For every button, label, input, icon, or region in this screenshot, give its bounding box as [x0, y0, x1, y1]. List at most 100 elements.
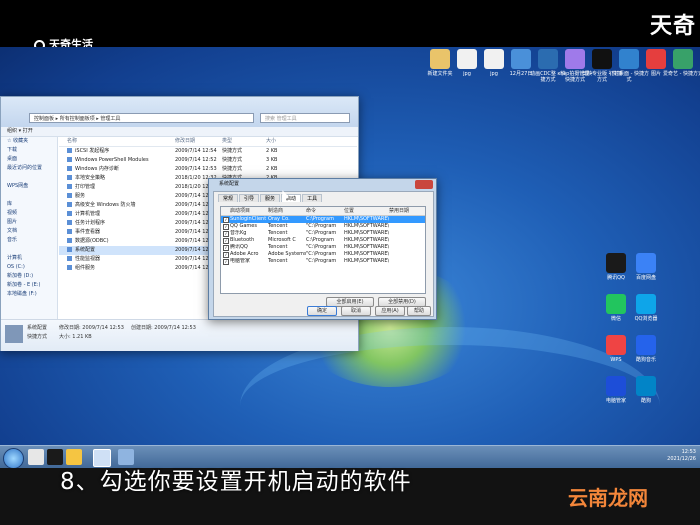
- file-date: 2009/7/14 12:53: [175, 166, 217, 172]
- search-input[interactable]: 搜索 管理工具: [260, 113, 350, 123]
- shortcut-icon: [67, 193, 72, 198]
- startup-rows: ✓ SunloginClient Oray Co. C:\Program HKLM\SO…: [221, 216, 425, 265]
- nav-item[interactable]: 音乐: [1, 236, 57, 245]
- address-bar[interactable]: 控制面板 ▸ 所有控制面板项 ▸ 管理工具: [29, 113, 254, 123]
- file-name: 本地安全策略: [59, 174, 175, 183]
- file-name: 系统配置: [59, 246, 175, 255]
- startup-date: [389, 237, 425, 244]
- nav-item[interactable]: [1, 173, 57, 182]
- startup-row[interactable]: ✓ QQ Games Tencent "C:\Program HKLM\SOFTWARE…: [221, 223, 425, 230]
- startup-item-name: 音乐Kg: [230, 230, 247, 236]
- column-name[interactable]: 名称: [59, 137, 175, 146]
- nav-item[interactable]: [1, 191, 57, 200]
- file-list-header[interactable]: 名称 修改日期 类型 大小: [59, 137, 357, 147]
- startup-items-table[interactable]: 启动项目 制造商 命令 位置 禁用日期 ✓ SunloginClient Oray …: [220, 206, 426, 294]
- desktop-icon-image: [636, 253, 656, 273]
- details-pane: 系统配置 修改日期: 2009/7/14 12:53 创建日期: 2009/7/…: [1, 319, 358, 351]
- apply-button[interactable]: 应用(A): [375, 306, 405, 316]
- col-command[interactable]: 命令: [306, 207, 344, 215]
- details-kind: 快捷方式: [27, 334, 48, 340]
- column-date[interactable]: 修改日期: [175, 137, 222, 146]
- startup-item: ✓ 腾讯QQ: [221, 244, 268, 251]
- file-row[interactable]: iSCSI 发起程序 2009/7/14 12:54 快捷方式 2 KB: [59, 147, 357, 156]
- startup-command: "C:\Program: [306, 244, 337, 250]
- ok-button[interactable]: 确定: [307, 306, 337, 316]
- tab-2[interactable]: 服务: [260, 194, 281, 202]
- startup-maker: Adobe Systems: [268, 251, 306, 257]
- help-button[interactable]: 帮助: [407, 306, 431, 316]
- startup-item-name: SunloginClient: [230, 216, 267, 222]
- desktop-icon-image: [636, 335, 656, 355]
- tab-1[interactable]: 引导: [239, 194, 260, 202]
- nav-item[interactable]: 桌面: [1, 155, 57, 164]
- nav-item[interactable]: ☆ 收藏夹: [1, 137, 57, 146]
- system-tray[interactable]: 12:53 2021/12/26: [667, 449, 696, 463]
- nav-item[interactable]: OS (C:): [1, 263, 57, 272]
- shortcut-icon: [67, 175, 72, 180]
- nav-item[interactable]: 文档: [1, 227, 57, 236]
- navigation-pane[interactable]: ☆ 收藏夹 下载 桌面 最近访问的位置 WPS网盘库视频 图片 文档 音乐计算机 OS (C:)…: [1, 137, 58, 319]
- startup-item: ✓ 音乐Kg: [221, 230, 268, 237]
- startup-maker: Tencent: [268, 230, 288, 236]
- video-top-bar: [0, 0, 700, 47]
- column-size[interactable]: 大小: [266, 137, 306, 146]
- details-file-icon: [5, 325, 23, 343]
- taskbar-ie-icon[interactable]: [28, 449, 44, 465]
- explorer-toolbar[interactable]: 组织 ▾ 打开: [1, 127, 358, 137]
- desktop-icon[interactable]: QQ浏览器: [626, 294, 666, 322]
- desktop-icon-label: 爱奇艺 - 快捷方式: [663, 71, 700, 77]
- nav-item[interactable]: 新加卷 - E (E:): [1, 281, 57, 290]
- tab-4[interactable]: 工具: [302, 194, 323, 202]
- startup-row[interactable]: ✓音乐KgTencent "C:\Program HKLM\SOFTWARE\M..…: [221, 230, 425, 237]
- column-type[interactable]: 类型: [222, 137, 266, 146]
- startup-row[interactable]: ✓ SunloginClient Oray Co. C:\Program HKLM\SO…: [221, 216, 425, 223]
- startup-command: "C:\Program: [306, 223, 337, 229]
- nav-item[interactable]: 最近访问的位置: [1, 164, 57, 173]
- nav-item[interactable]: 新加卷 (D:): [1, 272, 57, 281]
- system-config-dialog[interactable]: 系统配置 常规 引导 服务 启动 工具 启动项目 制造商 命令 位置 禁用日期 ✓ Sun…: [208, 178, 437, 320]
- nav-item[interactable]: 下载: [1, 146, 57, 155]
- desktop-icon[interactable]: 百度网盘: [626, 253, 666, 281]
- startup-maker: Tencent: [268, 244, 288, 250]
- startup-maker: Tencent: [268, 258, 288, 264]
- nav-item[interactable]: 图片: [1, 218, 57, 227]
- startup-row[interactable]: ✓ Adobe Acro Adobe Systems "C:\Program HKLM\…: [221, 251, 425, 258]
- nav-item[interactable]: 库: [1, 200, 57, 209]
- startup-location: HKLM\SOFTWARE\M...: [344, 216, 389, 222]
- file-row[interactable]: Windows 内存诊断 2009/7/14 12:53 快捷方式 2 KB: [59, 165, 357, 174]
- file-name: 打印管理: [59, 183, 175, 192]
- startup-item: ✓ QQ Games: [221, 223, 268, 230]
- startup-row[interactable]: ✓腾讯QQTencent "C:\Program HKLM\SOFTWARE\M..…: [221, 244, 425, 251]
- desktop-icon-label: QQ浏览器: [634, 316, 658, 322]
- col-startup-item[interactable]: 启动项目: [221, 207, 268, 215]
- desktop-icon-label: 酷狗: [640, 398, 651, 404]
- desktop-icon[interactable]: 酷狗音乐: [626, 335, 666, 363]
- nav-item[interactable]: 视频: [1, 209, 57, 218]
- nav-item[interactable]: WPS网盘: [1, 182, 57, 191]
- start-button[interactable]: [3, 448, 24, 469]
- nav-item[interactable]: [1, 245, 57, 254]
- tab-0[interactable]: 常规: [218, 194, 239, 202]
- dialog-close-button[interactable]: [415, 180, 433, 189]
- shortcut-icon: [67, 184, 72, 189]
- cancel-button[interactable]: 取消: [341, 306, 371, 316]
- col-disabled-date[interactable]: 禁用日期: [389, 207, 425, 215]
- startup-location: HKLM\SOFTWARE\M...: [344, 230, 389, 236]
- file-name-text: Windows PowerShell Modules: [75, 157, 149, 163]
- file-date: 2009/7/14 12:54: [175, 148, 217, 154]
- nav-item[interactable]: 本地磁盘 (F:): [1, 290, 57, 299]
- details-created: 创建日期: 2009/7/14 12:53: [131, 325, 196, 331]
- col-manufacturer[interactable]: 制造商: [268, 207, 306, 215]
- startup-row[interactable]: ✓ Bluetooth Microsoft C C:\Program HKLM\SOFT…: [221, 237, 425, 244]
- startup-checkbox[interactable]: ✓: [223, 259, 229, 265]
- file-row[interactable]: Windows PowerShell Modules 2009/7/14 12:5…: [59, 156, 357, 165]
- nav-item[interactable]: 计算机: [1, 254, 57, 263]
- col-location[interactable]: 位置: [344, 207, 389, 215]
- desktop-icon[interactable]: 酷狗: [626, 376, 666, 404]
- startup-date: [389, 216, 425, 223]
- file-name-text: 系统配置: [75, 247, 96, 253]
- desktop-icon[interactable]: 爱奇艺 - 快捷方式: [663, 49, 700, 77]
- shortcut-icon: [67, 256, 72, 261]
- startup-row[interactable]: ✓电脑管家Tencent"C:\ProgramHKLM\SOFTWARE\M..…: [221, 258, 425, 265]
- tray-date: 2021/12/26: [667, 456, 696, 462]
